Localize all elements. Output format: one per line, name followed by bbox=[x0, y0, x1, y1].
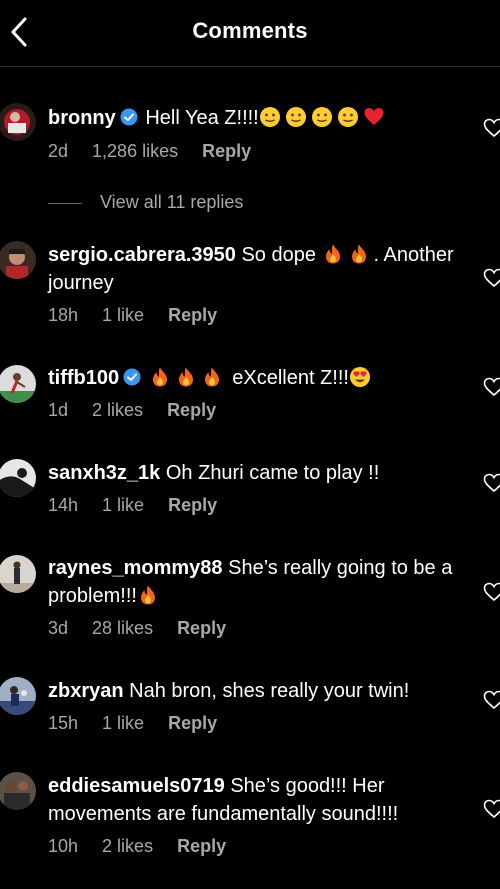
fire-emoji-icon bbox=[201, 366, 223, 388]
like-heart-icon[interactable] bbox=[483, 799, 500, 819]
likes-count[interactable]: 1 like bbox=[102, 495, 144, 515]
fire-emoji-icon bbox=[322, 243, 344, 265]
likes-count[interactable]: 1,286 likes bbox=[92, 141, 178, 161]
comment-meta: 10h 2 likes Reply bbox=[48, 836, 250, 857]
avatar[interactable] bbox=[0, 241, 36, 279]
slight-smile-emoji-icon bbox=[259, 106, 281, 128]
comment-age: 18h bbox=[48, 305, 79, 325]
replies-divider-line bbox=[48, 202, 82, 204]
page-title: Comments bbox=[192, 18, 308, 43]
comment-body: tiffb100 eXcellent Z!!! bbox=[48, 364, 468, 392]
reply-button[interactable]: Reply bbox=[168, 495, 217, 515]
fire-emoji-icon bbox=[175, 366, 197, 388]
comment-age: 14h bbox=[48, 495, 79, 515]
comment-meta: 2d 1,286 likes Reply bbox=[48, 141, 275, 162]
reply-button[interactable]: Reply bbox=[168, 713, 217, 733]
comment-body: bronny Hell Yea Z!!!! bbox=[48, 104, 468, 132]
comment-body: sergio.cabrera.3950 So dope . Another jo… bbox=[48, 241, 468, 297]
avatar[interactable] bbox=[0, 459, 36, 497]
reply-button[interactable]: Reply bbox=[168, 305, 217, 325]
heart-eyes-emoji-icon bbox=[349, 366, 371, 388]
likes-count[interactable]: 1 like bbox=[102, 713, 144, 733]
comment-age: 2d bbox=[48, 141, 69, 161]
like-heart-icon[interactable] bbox=[483, 268, 500, 288]
slight-smile-emoji-icon bbox=[337, 106, 359, 128]
like-heart-icon[interactable] bbox=[483, 118, 500, 138]
likes-count[interactable]: 2 likes bbox=[102, 836, 153, 856]
like-heart-icon[interactable] bbox=[483, 473, 500, 493]
comment-username[interactable]: raynes_mommy88 bbox=[48, 557, 223, 579]
comment-text: So dope bbox=[241, 244, 316, 266]
avatar[interactable] bbox=[0, 555, 36, 593]
comment-meta: 15h 1 like Reply bbox=[48, 713, 241, 734]
likes-count[interactable]: 2 likes bbox=[92, 400, 143, 420]
reply-button[interactable]: Reply bbox=[167, 400, 216, 420]
comment-username[interactable]: sergio.cabrera.3950 bbox=[48, 244, 236, 266]
comment-meta: 1d 2 likes Reply bbox=[48, 400, 240, 421]
avatar[interactable] bbox=[0, 677, 36, 715]
comment-meta: 14h 1 like Reply bbox=[48, 495, 241, 516]
avatar[interactable] bbox=[0, 365, 36, 403]
comment-username[interactable]: tiffb100 bbox=[48, 367, 119, 389]
comment-body: eddiesamuels0719 She’s good!!! Her movem… bbox=[48, 772, 468, 828]
comment-age: 15h bbox=[48, 713, 79, 733]
fire-emoji-icon bbox=[348, 243, 370, 265]
reply-button[interactable]: Reply bbox=[177, 836, 226, 856]
slight-smile-emoji-icon bbox=[285, 106, 307, 128]
comment-username[interactable]: bronny bbox=[48, 107, 116, 129]
comment-username[interactable]: zbxryan bbox=[48, 680, 124, 702]
comment-body: sanxh3z_1k Oh Zhuri came to play !! bbox=[48, 459, 468, 487]
comment-age: 3d bbox=[48, 618, 69, 638]
like-heart-icon[interactable] bbox=[483, 377, 500, 397]
comment-text: Oh Zhuri came to play !! bbox=[165, 462, 380, 484]
verified-badge-icon bbox=[120, 108, 138, 126]
comment-text: Nah bron, shes really your twin! bbox=[129, 680, 410, 702]
likes-count[interactable]: 1 like bbox=[102, 305, 144, 325]
reply-button[interactable]: Reply bbox=[202, 141, 251, 161]
view-replies-link[interactable]: View all 11 replies bbox=[48, 192, 243, 213]
comment-body: zbxryan Nah bron, shes really your twin! bbox=[48, 677, 468, 705]
comment-body: raynes_mommy88 She’s really going to be … bbox=[48, 554, 468, 610]
red-heart-emoji-icon bbox=[363, 106, 385, 128]
likes-count[interactable]: 28 likes bbox=[92, 618, 153, 638]
verified-badge-icon bbox=[123, 368, 141, 386]
comment-text: Hell Yea Z!!!! bbox=[145, 107, 259, 129]
comment-age: 1d bbox=[48, 400, 69, 420]
comment-age: 10h bbox=[48, 836, 79, 856]
reply-button[interactable]: Reply bbox=[177, 618, 226, 638]
comment-meta: 18h 1 like Reply bbox=[48, 305, 241, 326]
avatar[interactable] bbox=[0, 103, 36, 141]
view-replies-label: View all 11 replies bbox=[100, 192, 244, 212]
avatar[interactable] bbox=[0, 772, 36, 810]
comment-text: eXcellent Z!!! bbox=[226, 367, 349, 389]
header-bar: Comments bbox=[0, 0, 500, 67]
comment-meta: 3d 28 likes Reply bbox=[48, 618, 250, 639]
comment-username[interactable]: sanxh3z_1k bbox=[48, 462, 160, 484]
like-heart-icon[interactable] bbox=[483, 690, 500, 710]
fire-emoji-icon bbox=[149, 366, 171, 388]
slight-smile-emoji-icon bbox=[311, 106, 333, 128]
comment-username[interactable]: eddiesamuels0719 bbox=[48, 775, 225, 797]
like-heart-icon[interactable] bbox=[483, 582, 500, 602]
fire-emoji-icon bbox=[137, 584, 159, 606]
